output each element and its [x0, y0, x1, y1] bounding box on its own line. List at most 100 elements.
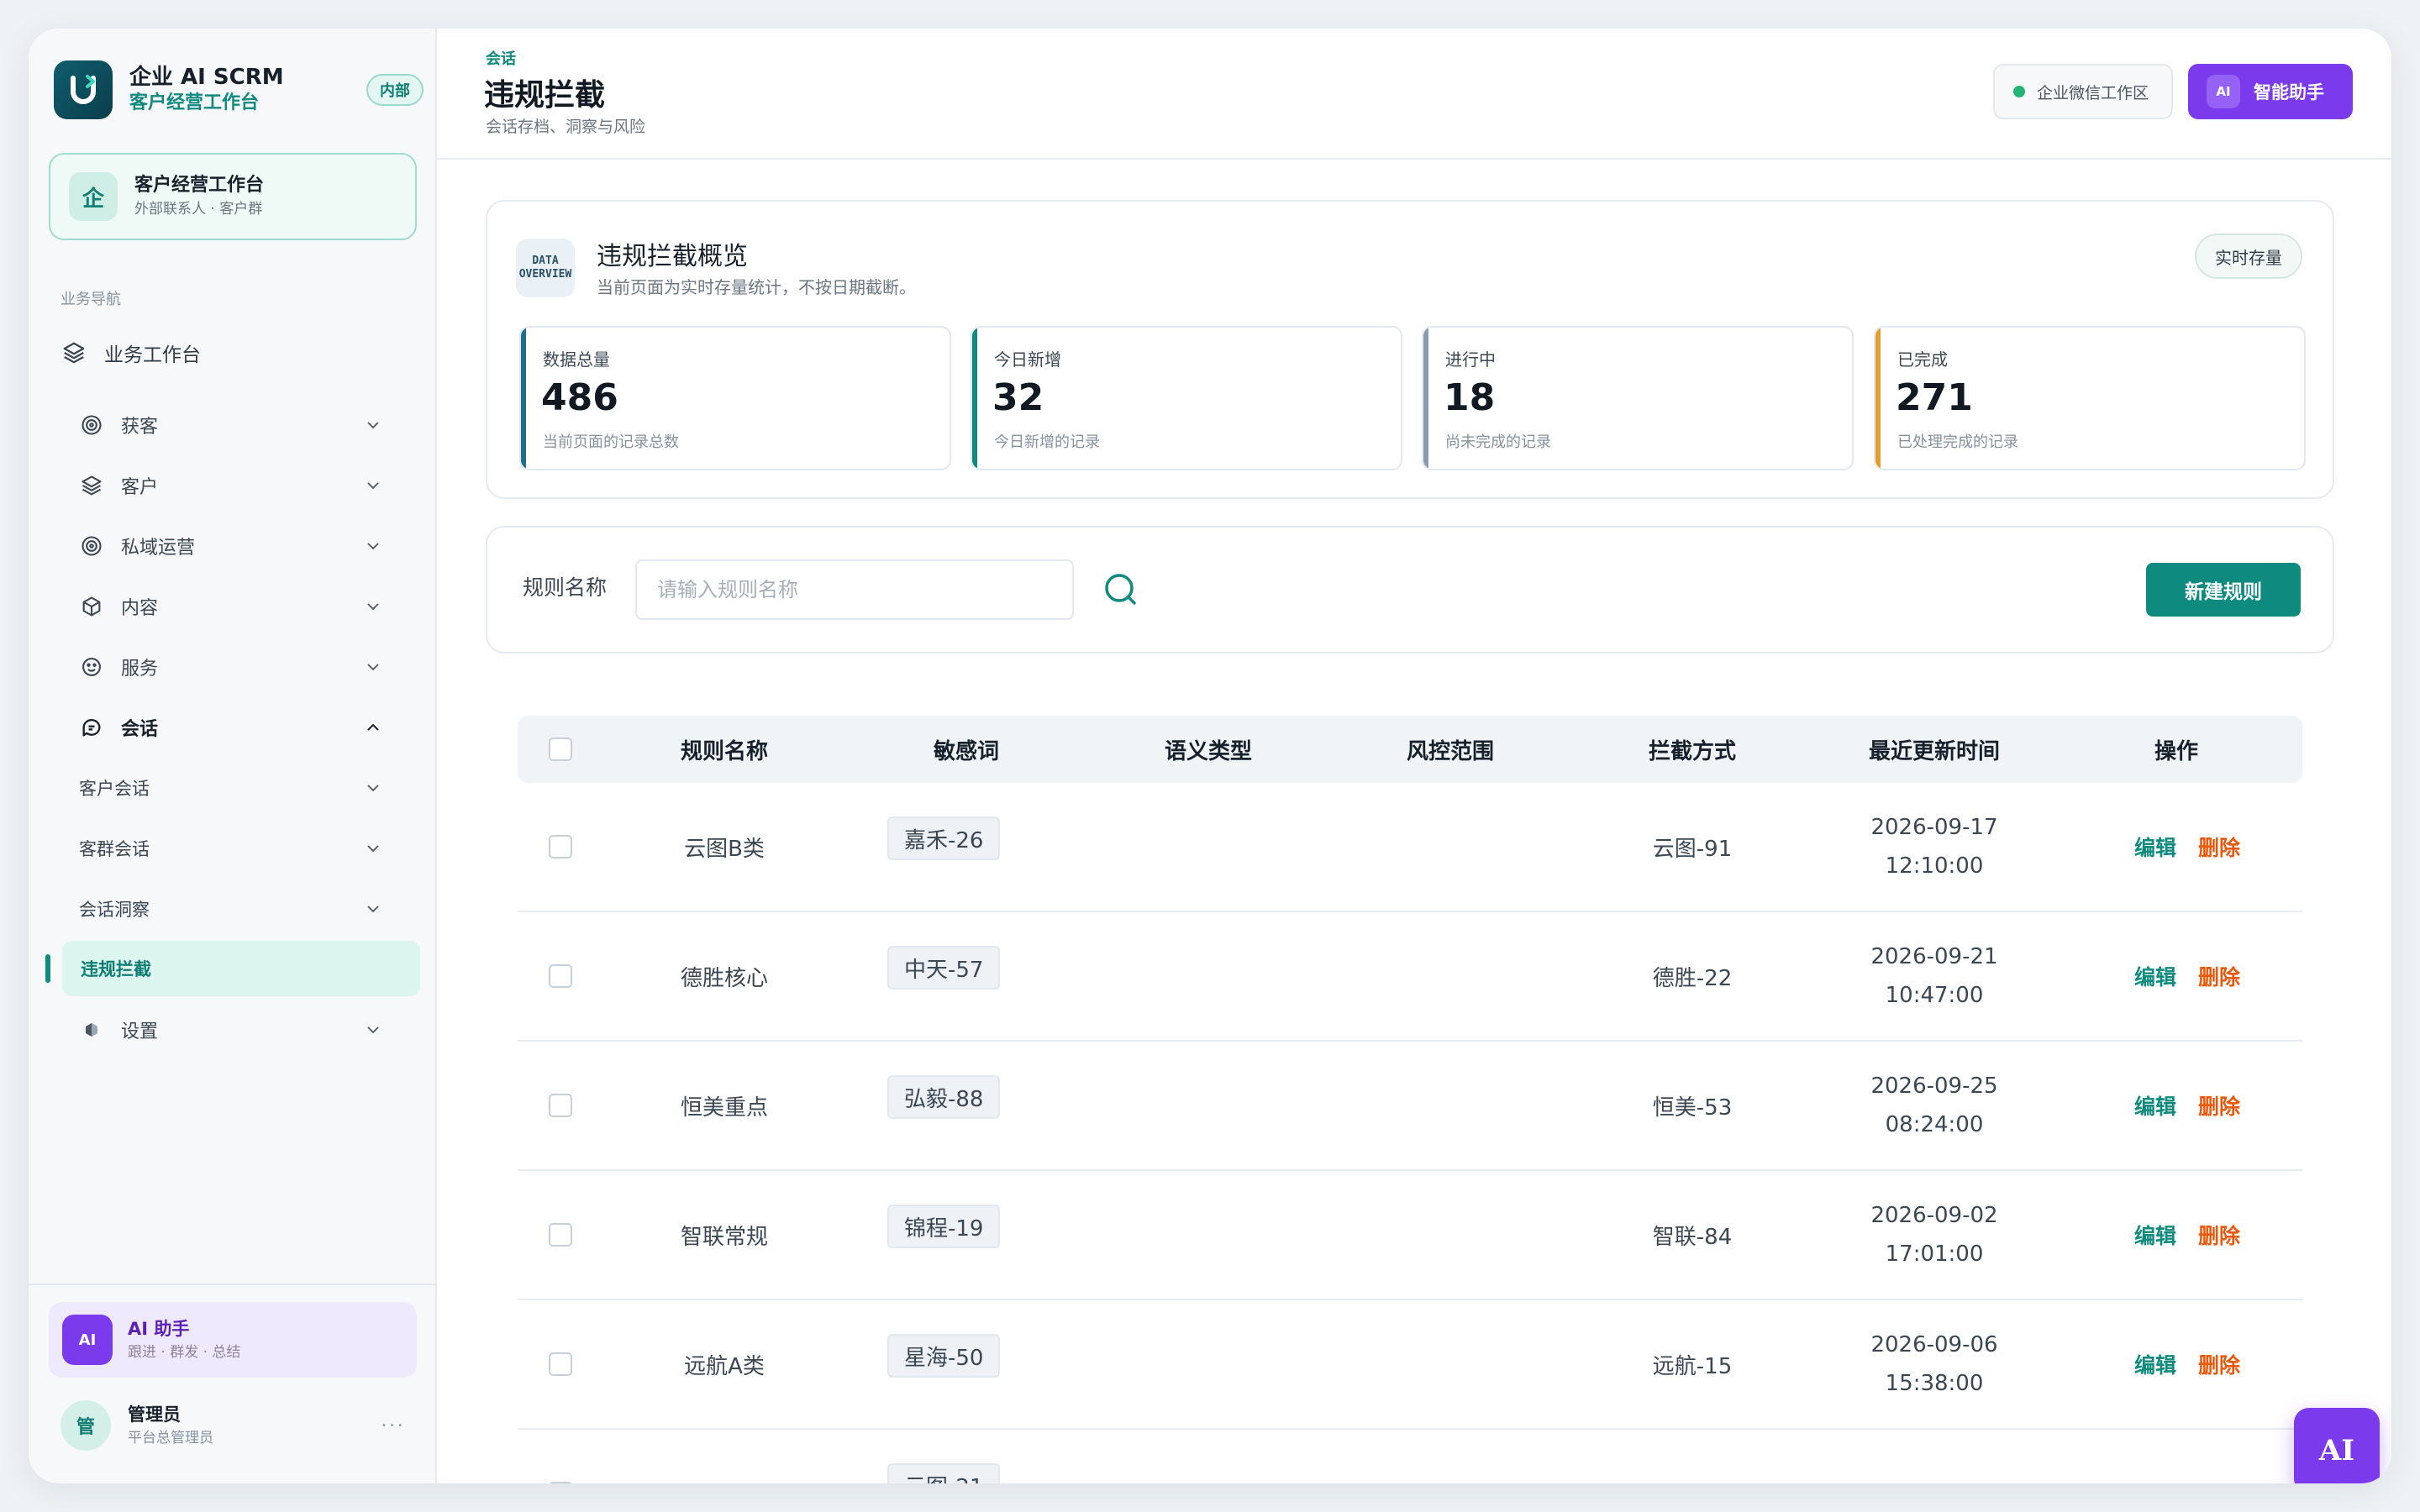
updated-date: 2026-09-02: [1870, 1203, 1998, 1228]
column-header[interactable]: 语义类型: [1087, 716, 1329, 783]
delete-link[interactable]: 删除: [2198, 783, 2240, 911]
edit-link[interactable]: 编辑: [2134, 912, 2176, 1040]
edit-link[interactable]: 编辑: [2134, 1430, 2176, 1483]
updated-time-cell: 2026-09-02 17:01:00: [1813, 1171, 2055, 1299]
row-select-cell: [518, 783, 603, 911]
chevron-down-icon: [365, 417, 381, 433]
column-header[interactable]: 敏感词: [845, 716, 1087, 783]
stat-accent: [521, 328, 526, 469]
realtime-tag[interactable]: 实时存量: [2195, 234, 2302, 279]
delete-link[interactable]: 删除: [2198, 912, 2240, 1040]
stat-accent: [972, 328, 977, 469]
row-checkbox[interactable]: [549, 1352, 572, 1376]
table-row[interactable]: 德胜核心 中天-57 德胜-22 2026-09-21 10:47:00 编辑 删除: [518, 912, 2302, 1042]
more-icon[interactable]: ···: [381, 1414, 405, 1437]
nav-item-private-ops[interactable]: 私域运营: [79, 522, 415, 570]
updated-date: 2026-09-21: [1870, 944, 1998, 969]
stat-note: 当前页面的记录总数: [543, 433, 679, 451]
table-row[interactable]: 云图B类 嘉禾-26 云图-91 2026-09-17 12:10:00 编辑 删除: [518, 783, 2302, 912]
column-header[interactable]: 规则名称: [603, 716, 845, 783]
nav-item-label: 客户: [121, 477, 159, 498]
target-icon: [79, 412, 104, 438]
keyword-chip: 锦程-19: [887, 1205, 1001, 1248]
rule-name-input[interactable]: [635, 559, 1074, 620]
nav-item-content[interactable]: 内容: [79, 583, 415, 630]
nav-item-service[interactable]: 服务: [79, 643, 415, 690]
ai-card-subtitle: 跟进 · 群发 · 总结: [128, 1344, 241, 1361]
select-all-cell: [518, 716, 603, 783]
updated-time: 08:24:00: [1885, 1112, 1984, 1137]
layers-icon: [79, 473, 104, 498]
table-row[interactable]: 远航A类 星海-50 远航-15 2026-09-06 15:38:00 编辑 删除: [518, 1300, 2302, 1430]
stat-label: 已完成: [1897, 349, 1948, 370]
select-all-checkbox[interactable]: [549, 738, 572, 761]
edit-link[interactable]: 编辑: [2134, 1171, 2176, 1299]
edit-link[interactable]: 编辑: [2134, 1042, 2176, 1169]
stat-value: 271: [1896, 376, 1973, 419]
table-row[interactable]: 智联常规 锦程-19 智联-84 2026-09-02 17:01:00 编辑 删除: [518, 1171, 2302, 1300]
delete-link[interactable]: 删除: [2198, 1300, 2240, 1428]
intercept-method-cell: [1571, 1430, 1813, 1483]
updated-time-cell: 2026-09-06 15:38:00: [1813, 1300, 2055, 1428]
chevron-down-icon: [365, 538, 381, 554]
nav-item-label: 会话: [121, 719, 159, 740]
column-header[interactable]: 风控范围: [1329, 716, 1571, 783]
user-profile[interactable]: 管 管理员 平台总管理员 ···: [60, 1396, 413, 1455]
ai-floating-button[interactable]: AI: [2294, 1408, 2380, 1483]
nav-sub-group-chat[interactable]: 客群会话: [79, 825, 415, 872]
risk-scope-cell: [1329, 1300, 1571, 1428]
workspace-env-pill[interactable]: 企业微信工作区: [1993, 64, 2173, 119]
edit-link[interactable]: 编辑: [2134, 783, 2176, 911]
nav-sub-chat-insight[interactable]: 会话洞察: [79, 885, 415, 932]
breadcrumb[interactable]: 会话: [486, 47, 516, 69]
rule-name-cell: 德胜核心: [680, 965, 768, 991]
delete-link[interactable]: 删除: [2198, 1171, 2240, 1299]
nav-item-customer[interactable]: 客户: [79, 462, 415, 509]
internal-badge: 内部: [366, 74, 424, 106]
row-checkbox[interactable]: [549, 1482, 572, 1483]
row-checkbox[interactable]: [549, 1223, 572, 1247]
row-checkbox[interactable]: [549, 1094, 572, 1117]
row-checkbox[interactable]: [549, 835, 572, 858]
chevron-down-icon: [365, 1021, 381, 1038]
keyword-chip: 星海-50: [887, 1334, 1001, 1378]
table-row[interactable]: 恒美重点 弘毅-88 恒美-53 2026-09-25 08:24:00 编辑 删除: [518, 1042, 2302, 1171]
stats-row: 数据总量 486 当前页面的记录总数 今日新增 32 今日新增的记录 进行中 1…: [519, 326, 2306, 470]
intercept-method-cell: 远航-15: [1652, 1353, 1733, 1379]
nav-sub-violation-intercept[interactable]: 违规拦截: [62, 941, 420, 996]
risk-scope-cell: [1329, 783, 1571, 911]
updated-date: 2026-09-06: [1870, 1332, 1998, 1357]
nav-root-workspace[interactable]: 业务工作台: [60, 331, 201, 375]
stat-card-total[interactable]: 数据总量 486 当前页面的记录总数: [519, 326, 951, 470]
smart-assistant-button[interactable]: AI 智能助手: [2188, 64, 2353, 119]
brand[interactable]: 企业 AI SCRM 客户经营工作台 内部: [54, 60, 424, 119]
updated-time-cell: 2026-09-21 10:47:00: [1813, 912, 2055, 1040]
table-row[interactable]: 云图-21 2026-09-10 编辑删除: [518, 1430, 2302, 1483]
edit-link[interactable]: 编辑: [2134, 1300, 2176, 1428]
workspace-card[interactable]: 企 客户经营工作台 外部联系人 · 客户群: [49, 153, 417, 240]
keyword-chip: 云图-21: [887, 1463, 1001, 1483]
stat-card-in-progress[interactable]: 进行中 18 尚未完成的记录: [1422, 326, 1854, 470]
ai-assistant-card[interactable]: AI AI 助手 跟进 · 群发 · 总结: [49, 1302, 417, 1378]
nav-item-label: 获客: [121, 417, 159, 438]
updated-time-cell: 2026-09-25 08:24:00: [1813, 1042, 2055, 1169]
sidebar-divider: [29, 1284, 435, 1285]
delete-link[interactable]: 删除: [2198, 1430, 2240, 1483]
stat-note: 已处理完成的记录: [1897, 433, 2018, 451]
column-header[interactable]: 拦截方式: [1571, 716, 1813, 783]
nav-sub-customer-chat[interactable]: 客户会话: [79, 764, 415, 811]
new-rule-button[interactable]: 新建规则: [2146, 563, 2301, 617]
stat-card-today[interactable]: 今日新增 32 今日新增的记录: [971, 326, 1402, 470]
nav-item-acquire[interactable]: 获客: [79, 402, 415, 449]
delete-link[interactable]: 删除: [2198, 1042, 2240, 1169]
search-icon[interactable]: [1101, 570, 1141, 610]
column-header[interactable]: 最近更新时间: [1813, 716, 2055, 783]
nav-item-settings[interactable]: 设置: [79, 1006, 415, 1053]
semantic-type-cell: [1087, 912, 1329, 1040]
nav-item-conversation[interactable]: 会话: [79, 704, 415, 751]
stat-card-done[interactable]: 已完成 271 已处理完成的记录: [1874, 326, 2306, 470]
updated-date: 2026-09-17: [1870, 815, 1998, 840]
row-checkbox[interactable]: [549, 964, 572, 988]
intercept-method-cell: 云图-91: [1652, 836, 1733, 862]
stat-accent: [1423, 328, 1428, 469]
